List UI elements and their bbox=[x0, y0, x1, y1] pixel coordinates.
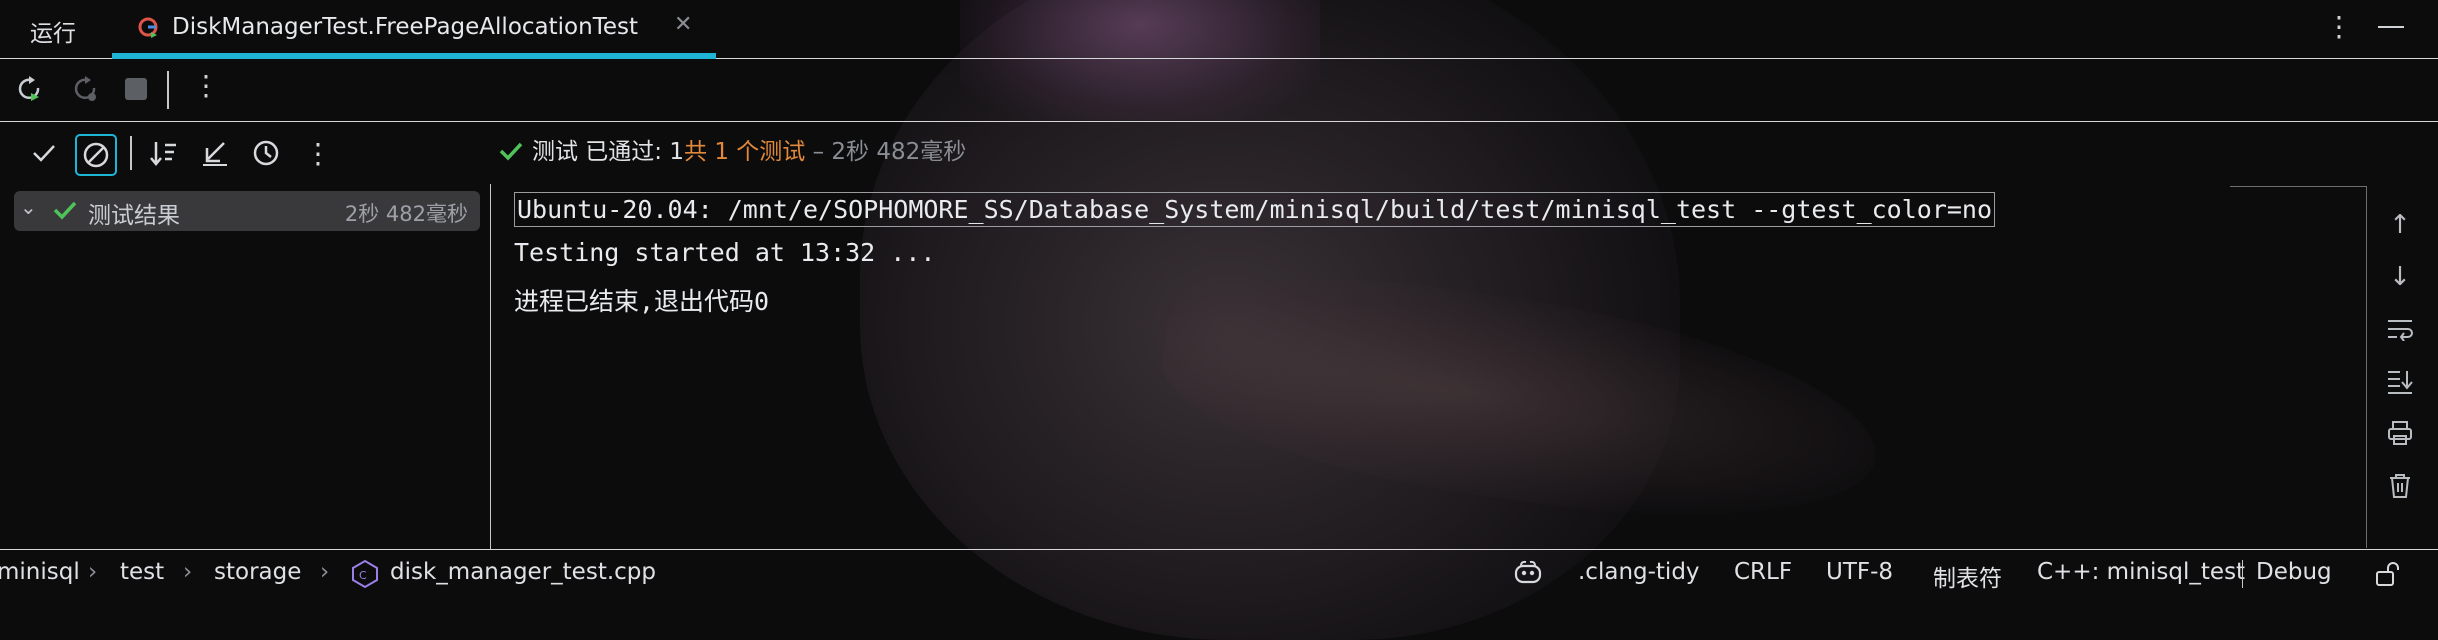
passed-count: 测试 已通过: 1 bbox=[532, 139, 685, 165]
svg-text:C: C bbox=[359, 569, 367, 582]
breadcrumb-folder[interactable]: test bbox=[120, 559, 164, 585]
copilot-icon[interactable] bbox=[1512, 558, 1544, 588]
run-tool-window-title[interactable]: 运行 bbox=[30, 14, 76, 48]
show-passed-checkmark-icon[interactable] bbox=[28, 137, 60, 169]
gtest-run-icon bbox=[138, 17, 158, 38]
collapse-icon[interactable] bbox=[199, 137, 231, 169]
context-widget[interactable]: C++: minisql_test bbox=[2037, 559, 2245, 585]
more-actions-icon[interactable]: ⋮ bbox=[302, 137, 334, 170]
test-tree-root-time: 2秒 482毫秒 bbox=[344, 202, 468, 226]
test-tree-toolbar: ⋮ bbox=[0, 122, 490, 184]
breadcrumb-project[interactable]: minisql bbox=[0, 559, 80, 585]
test-tree-root[interactable]: ⌄ 测试结果 2秒 482毫秒 bbox=[14, 191, 480, 231]
toolbar-divider bbox=[167, 71, 169, 109]
chevron-down-icon[interactable]: ⌄ bbox=[20, 195, 37, 219]
passed-checkmark-icon bbox=[53, 201, 77, 220]
arrow-down-icon[interactable]: ↓ bbox=[2380, 257, 2420, 297]
console-output[interactable]: Ubuntu-20.04: /mnt/e/SOPHOMORE_SS/Databa… bbox=[496, 186, 2366, 548]
soft-wrap-icon[interactable] bbox=[2380, 309, 2420, 349]
lock-icon[interactable] bbox=[2372, 559, 2402, 589]
panel-divider bbox=[490, 184, 491, 549]
print-icon[interactable] bbox=[2380, 413, 2420, 453]
console-line: 进程已结束,退出代码0 bbox=[514, 287, 770, 316]
console-scrollbar-divider bbox=[2366, 186, 2367, 548]
ignored-icon bbox=[83, 142, 109, 168]
run-toolbar: ⋮ bbox=[0, 59, 2438, 122]
rerun-icon[interactable] bbox=[14, 74, 44, 104]
total-duration: – 2秒 482毫秒 bbox=[812, 139, 967, 165]
total-count: 共 1 个测试 bbox=[684, 139, 806, 165]
breadcrumb-folder[interactable]: storage bbox=[214, 559, 301, 585]
stop-icon[interactable] bbox=[121, 74, 151, 104]
tab-title: DiskManagerTest.FreePageAllocationTest bbox=[172, 14, 638, 40]
console-border bbox=[2230, 186, 2367, 187]
breadcrumb-file[interactable]: disk_manager_test.cpp bbox=[390, 559, 656, 585]
console-command-line: Ubuntu-20.04: /mnt/e/SOPHOMORE_SS/Databa… bbox=[514, 192, 1996, 227]
line-ending-widget[interactable]: CRLF bbox=[1734, 559, 1792, 585]
indent-widget[interactable]: 制表符 bbox=[1933, 559, 2002, 593]
encoding-widget[interactable]: UTF-8 bbox=[1826, 559, 1893, 585]
chevron-right-icon: › bbox=[88, 559, 98, 585]
passed-checkmark-icon bbox=[499, 142, 523, 161]
arrow-up-icon[interactable]: ↑ bbox=[2380, 205, 2420, 245]
trash-icon[interactable] bbox=[2380, 465, 2420, 505]
tab-run-configuration[interactable]: DiskManagerTest.FreePageAllocationTest ✕ bbox=[112, 0, 716, 59]
test-tree-root-label: 测试结果 bbox=[88, 203, 180, 229]
close-tab-icon[interactable]: ✕ bbox=[674, 12, 692, 37]
build-config-widget[interactable]: Debug bbox=[2256, 559, 2332, 585]
status-bar: minisql › test › storage › C disk_manage… bbox=[0, 549, 2438, 600]
toolbar-divider bbox=[130, 136, 132, 170]
clang-tidy-widget[interactable]: .clang-tidy bbox=[1578, 559, 1700, 585]
test-status-summary: 测试 已通过: 1共 1 个测试 – 2秒 482毫秒 bbox=[498, 132, 966, 168]
chevron-right-icon: › bbox=[320, 559, 330, 585]
rerun-failed-icon[interactable] bbox=[70, 74, 100, 104]
minimize-icon[interactable] bbox=[2378, 26, 2404, 28]
console-line: Testing started at 13:32 ... bbox=[514, 238, 936, 267]
chevron-right-icon: › bbox=[183, 559, 193, 585]
tool-window-tab-bar: 运行 DiskManagerTest.FreePageAllocationTes… bbox=[0, 0, 2438, 59]
sort-icon[interactable] bbox=[148, 137, 180, 169]
history-icon[interactable] bbox=[251, 137, 283, 169]
status-divider bbox=[2242, 560, 2243, 588]
cpp-file-icon: C bbox=[352, 559, 378, 589]
scroll-to-end-icon[interactable] bbox=[2380, 361, 2420, 401]
more-actions-icon[interactable]: ⋮ bbox=[192, 69, 220, 102]
show-ignored-toggle[interactable] bbox=[75, 134, 117, 176]
more-options-icon[interactable]: ⋮ bbox=[2325, 10, 2353, 43]
